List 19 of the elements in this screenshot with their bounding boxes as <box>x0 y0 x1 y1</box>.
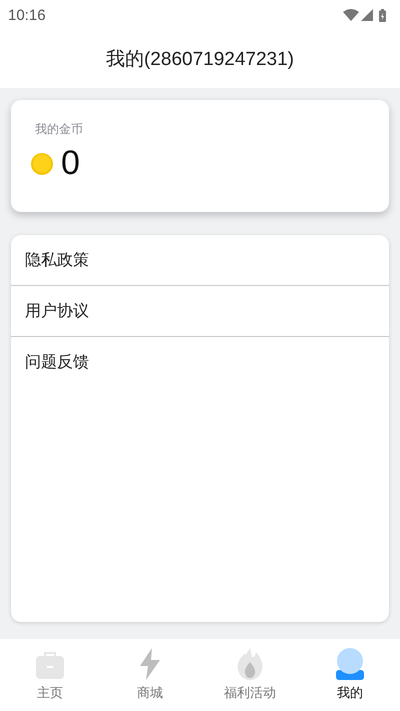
tab-button[interactable]: 福利活动 <box>224 684 276 702</box>
flame-icon <box>236 648 264 680</box>
tab-button[interactable]: 我的 <box>337 684 363 702</box>
tab-button[interactable]: 主页 <box>37 684 63 702</box>
menu-item[interactable]: 隐私政策 <box>11 235 389 286</box>
page-title: 我的(2860719247231) <box>106 48 294 72</box>
signal-icon <box>361 9 373 21</box>
briefcase-icon <box>35 650 65 680</box>
menu-item[interactable]: 问题反馈 <box>11 337 389 387</box>
wifi-icon <box>343 9 359 21</box>
lightning-icon <box>140 648 160 680</box>
coin-icon <box>31 152 53 174</box>
menu-item[interactable]: 用户协议 <box>11 286 389 337</box>
tab-button[interactable]: 商城 <box>137 684 163 702</box>
battery-icon <box>379 8 386 22</box>
user-icon <box>336 648 364 680</box>
coins-label: 我的金币 <box>35 121 83 138</box>
status-time: 10:16 <box>8 6 47 24</box>
coins-amount: 0 <box>61 144 80 183</box>
